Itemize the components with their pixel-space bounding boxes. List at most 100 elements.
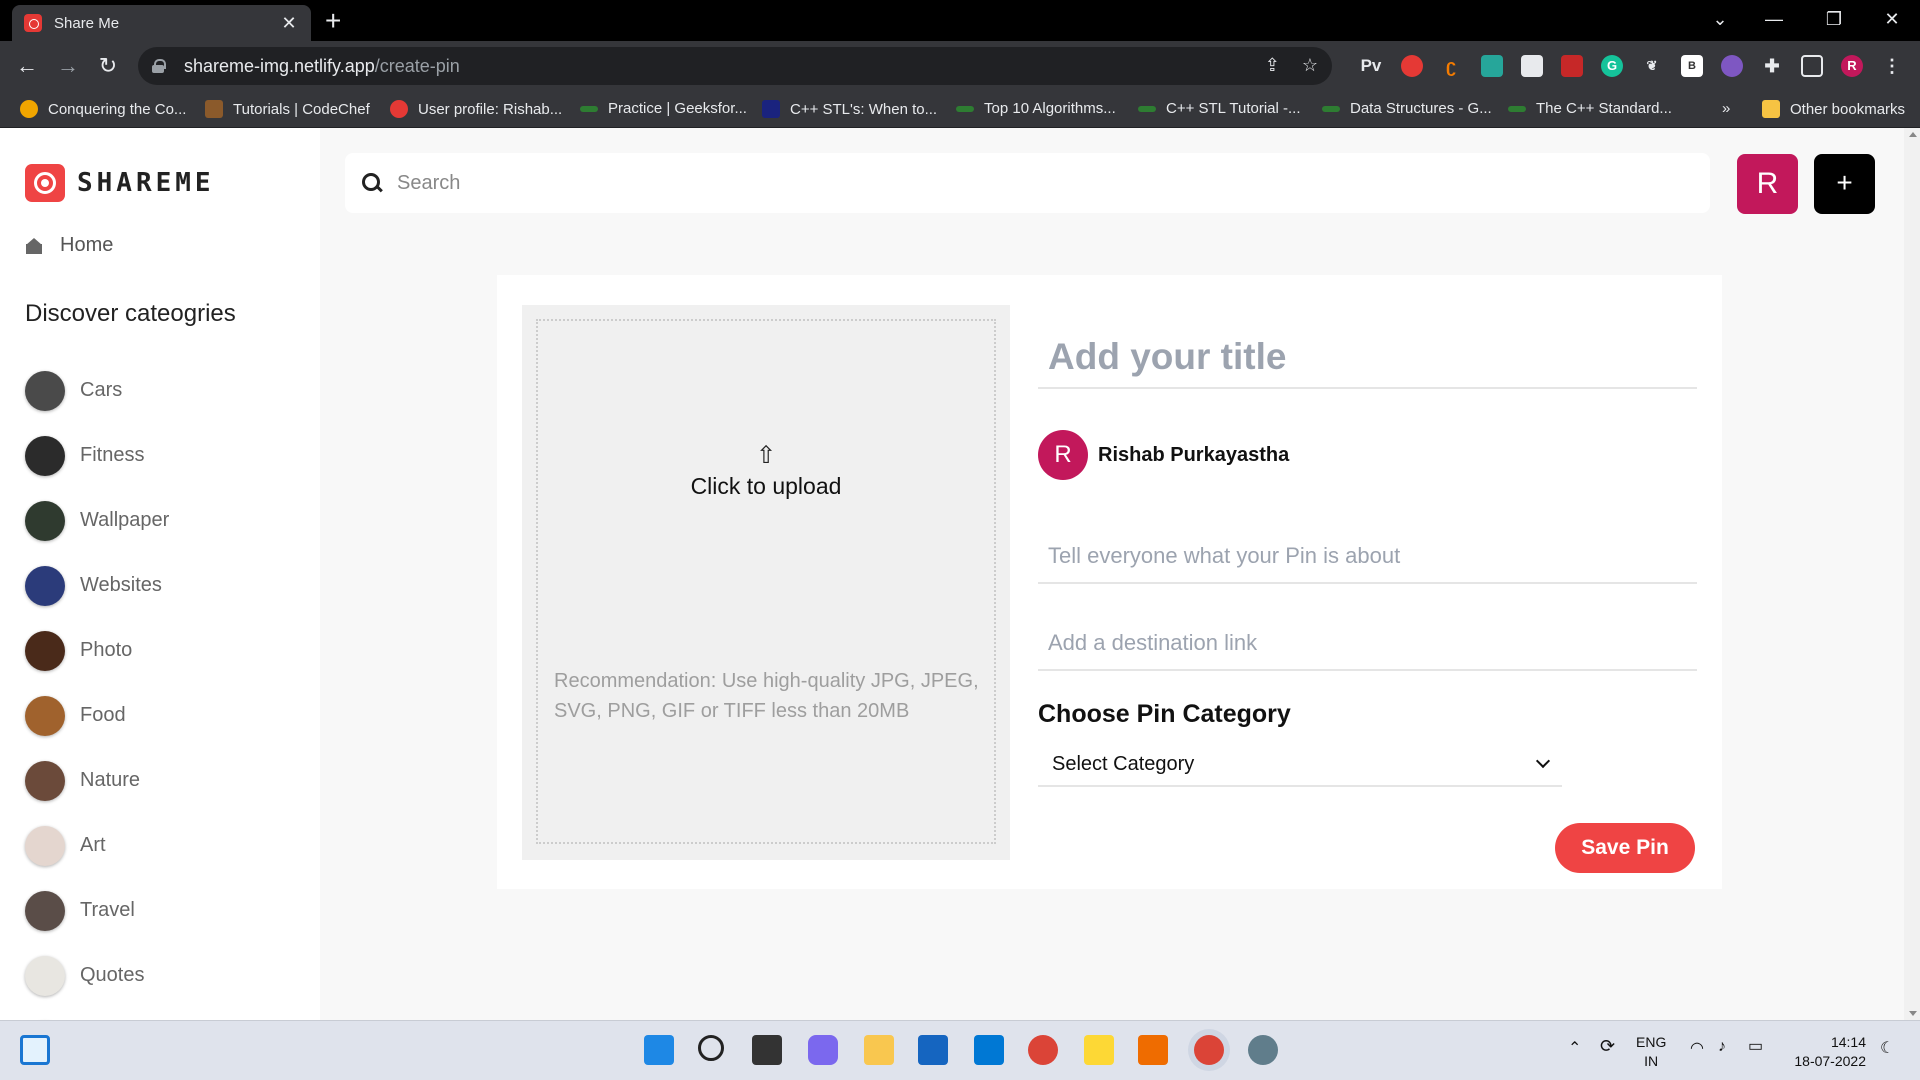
new-tab-button[interactable]: +: [325, 6, 341, 36]
sticky-notes-icon[interactable]: [1084, 1035, 1114, 1065]
clock-date: 18-07-2022: [1794, 1053, 1866, 1069]
user-avatar-button[interactable]: R: [1737, 154, 1798, 214]
browser-tab[interactable]: Share Me ✕: [12, 5, 311, 41]
widgets-icon[interactable]: [20, 1035, 50, 1065]
destination-link-input[interactable]: [1038, 617, 1697, 671]
sidebar-item-websites[interactable]: Websites: [25, 553, 169, 618]
sidebar-item-nature[interactable]: Nature: [25, 748, 169, 813]
category-label: Websites: [80, 574, 162, 596]
vscode-icon[interactable]: [974, 1035, 1004, 1065]
bookmark-item[interactable]: Conquering the Co...: [20, 100, 186, 118]
b-extension-icon[interactable]: B: [1681, 55, 1703, 77]
bookmark-item[interactable]: User profile: Rishab...: [390, 100, 562, 118]
bookmark-favicon-icon: [1322, 105, 1340, 112]
category-thumbnail: [25, 500, 65, 541]
bookmark-favicon-icon: [1508, 105, 1526, 112]
address-bar[interactable]: shareme-img.netlify.app/create-pin ⇪ ☆: [138, 47, 1332, 85]
battery-icon[interactable]: ▭: [1748, 1037, 1763, 1056]
sidebar: SHAREME Home Discover cateogries Cars Fi…: [0, 128, 320, 1020]
sidebar-item-art[interactable]: Art: [25, 813, 169, 878]
search-taskbar-icon[interactable]: [698, 1035, 724, 1061]
calculator-extension-icon[interactable]: [1481, 55, 1503, 77]
color-extension-icon[interactable]: [1721, 55, 1743, 77]
category-select[interactable]: Select Category: [1038, 743, 1562, 787]
share-icon[interactable]: ⇪: [1265, 55, 1280, 76]
sidebar-item-fitness[interactable]: Fitness: [25, 423, 169, 488]
bookmark-favicon-icon: [580, 105, 598, 112]
sidebar-item-home[interactable]: Home: [26, 234, 113, 257]
search-input[interactable]: [397, 171, 1597, 195]
pin-about-input[interactable]: [1038, 530, 1697, 584]
scroll-up-arrow-icon[interactable]: [1909, 132, 1917, 137]
chrome-active-icon[interactable]: [1194, 1035, 1224, 1065]
sidebar-item-travel[interactable]: Travel: [25, 878, 169, 943]
language-indicator[interactable]: ENG IN: [1636, 1033, 1666, 1071]
sublime-text-icon[interactable]: [1138, 1035, 1168, 1065]
bookmark-item[interactable]: C++ STL Tutorial -...: [1138, 100, 1301, 117]
browser-titlebar: Share Me ✕ + ⌄ — ❐ ✕: [0, 0, 1920, 41]
app-icon[interactable]: [918, 1035, 948, 1065]
tab-close-icon[interactable]: ✕: [279, 13, 299, 34]
bookmark-star-icon[interactable]: ☆: [1302, 55, 1318, 76]
notifications-icon[interactable]: ☾: [1880, 1039, 1894, 1058]
bookmark-label: Data Structures - G...: [1350, 100, 1492, 117]
start-button-icon[interactable]: [644, 1035, 674, 1065]
task-view-icon[interactable]: [752, 1035, 782, 1065]
volume-icon[interactable]: ♪: [1718, 1037, 1726, 1056]
close-window-button[interactable]: ✕: [1872, 4, 1912, 34]
teams-chat-icon[interactable]: [808, 1035, 838, 1065]
clock[interactable]: 14:14 18-07-2022: [1786, 1033, 1866, 1071]
author-info: R Rishab Purkayastha: [1038, 430, 1289, 480]
upload-label[interactable]: Click to upload: [538, 473, 994, 500]
chrome-icon[interactable]: [1028, 1035, 1058, 1065]
bookmark-item[interactable]: Top 10 Algorithms...: [956, 100, 1116, 117]
pin-title-input[interactable]: [1038, 327, 1697, 389]
folder-icon: [1762, 100, 1780, 118]
restore-button[interactable]: ❐: [1814, 4, 1854, 34]
page-scrollbar[interactable]: [1904, 128, 1920, 1020]
orange-extension-icon[interactable]: ʗ: [1440, 55, 1462, 77]
minimize-button[interactable]: —: [1754, 4, 1794, 34]
tab-search-chevron-icon[interactable]: ⌄: [1700, 4, 1740, 34]
bookmark-item[interactable]: C++ STL's: When to...: [762, 100, 937, 118]
tab-favicon-icon: [24, 14, 42, 32]
bookmarks-overflow-button[interactable]: »: [1722, 100, 1730, 117]
create-pin-button[interactable]: +: [1814, 154, 1875, 214]
wifi-icon[interactable]: ◠: [1690, 1039, 1704, 1058]
menu-kebab-icon[interactable]: ⋮: [1881, 55, 1903, 77]
sync-icon[interactable]: ⟳: [1600, 1037, 1615, 1056]
home-icon: [26, 237, 42, 254]
bookmark-item[interactable]: Practice | Geeksfor...: [580, 100, 747, 117]
bookmark-item[interactable]: Data Structures - G...: [1322, 100, 1492, 117]
bookmark-item[interactable]: The C++ Standard...: [1508, 100, 1672, 117]
search-bar[interactable]: [345, 153, 1710, 213]
extensions-puzzle-icon[interactable]: ✚: [1761, 55, 1783, 77]
other-bookmarks-folder[interactable]: Other bookmarks: [1762, 100, 1905, 118]
settings-gear-icon[interactable]: [1248, 1035, 1278, 1065]
reload-button[interactable]: ↻: [91, 49, 125, 83]
sidebar-item-partial[interactable]: [25, 1008, 169, 1020]
sidebar-item-quotes[interactable]: Quotes: [25, 943, 169, 1008]
app-logo[interactable]: SHAREME: [25, 164, 215, 202]
sidebar-item-food[interactable]: Food: [25, 683, 169, 748]
upload-dropzone[interactable]: ⇧ Click to upload Recommendation: Use hi…: [522, 305, 1010, 860]
category-label: Quotes: [80, 964, 145, 986]
grammarly-extension-icon[interactable]: G: [1601, 55, 1623, 77]
side-panel-icon[interactable]: [1801, 55, 1823, 77]
sidebar-item-cars[interactable]: Cars: [25, 358, 169, 423]
back-button[interactable]: ←: [10, 49, 44, 83]
save-pin-button[interactable]: Save Pin: [1555, 823, 1695, 873]
bookmark-item[interactable]: Tutorials | CodeChef: [205, 100, 370, 118]
tray-chevron-up-icon[interactable]: ⌃: [1568, 1039, 1581, 1058]
hand-extension-icon[interactable]: [1401, 55, 1423, 77]
profile-avatar[interactable]: R: [1841, 55, 1863, 77]
file-explorer-icon[interactable]: [864, 1035, 894, 1065]
sidebar-item-wallpaper[interactable]: Wallpaper: [25, 488, 169, 553]
leaf-extension-icon[interactable]: ❦: [1641, 55, 1663, 77]
forward-button[interactable]: →: [51, 49, 85, 83]
red-chart-extension-icon[interactable]: [1561, 55, 1583, 77]
sidebar-item-photo[interactable]: Photo: [25, 618, 169, 683]
chart-extension-icon[interactable]: [1521, 55, 1543, 77]
scroll-down-arrow-icon[interactable]: [1909, 1011, 1917, 1016]
pv-extension-icon[interactable]: Pv: [1360, 55, 1382, 77]
